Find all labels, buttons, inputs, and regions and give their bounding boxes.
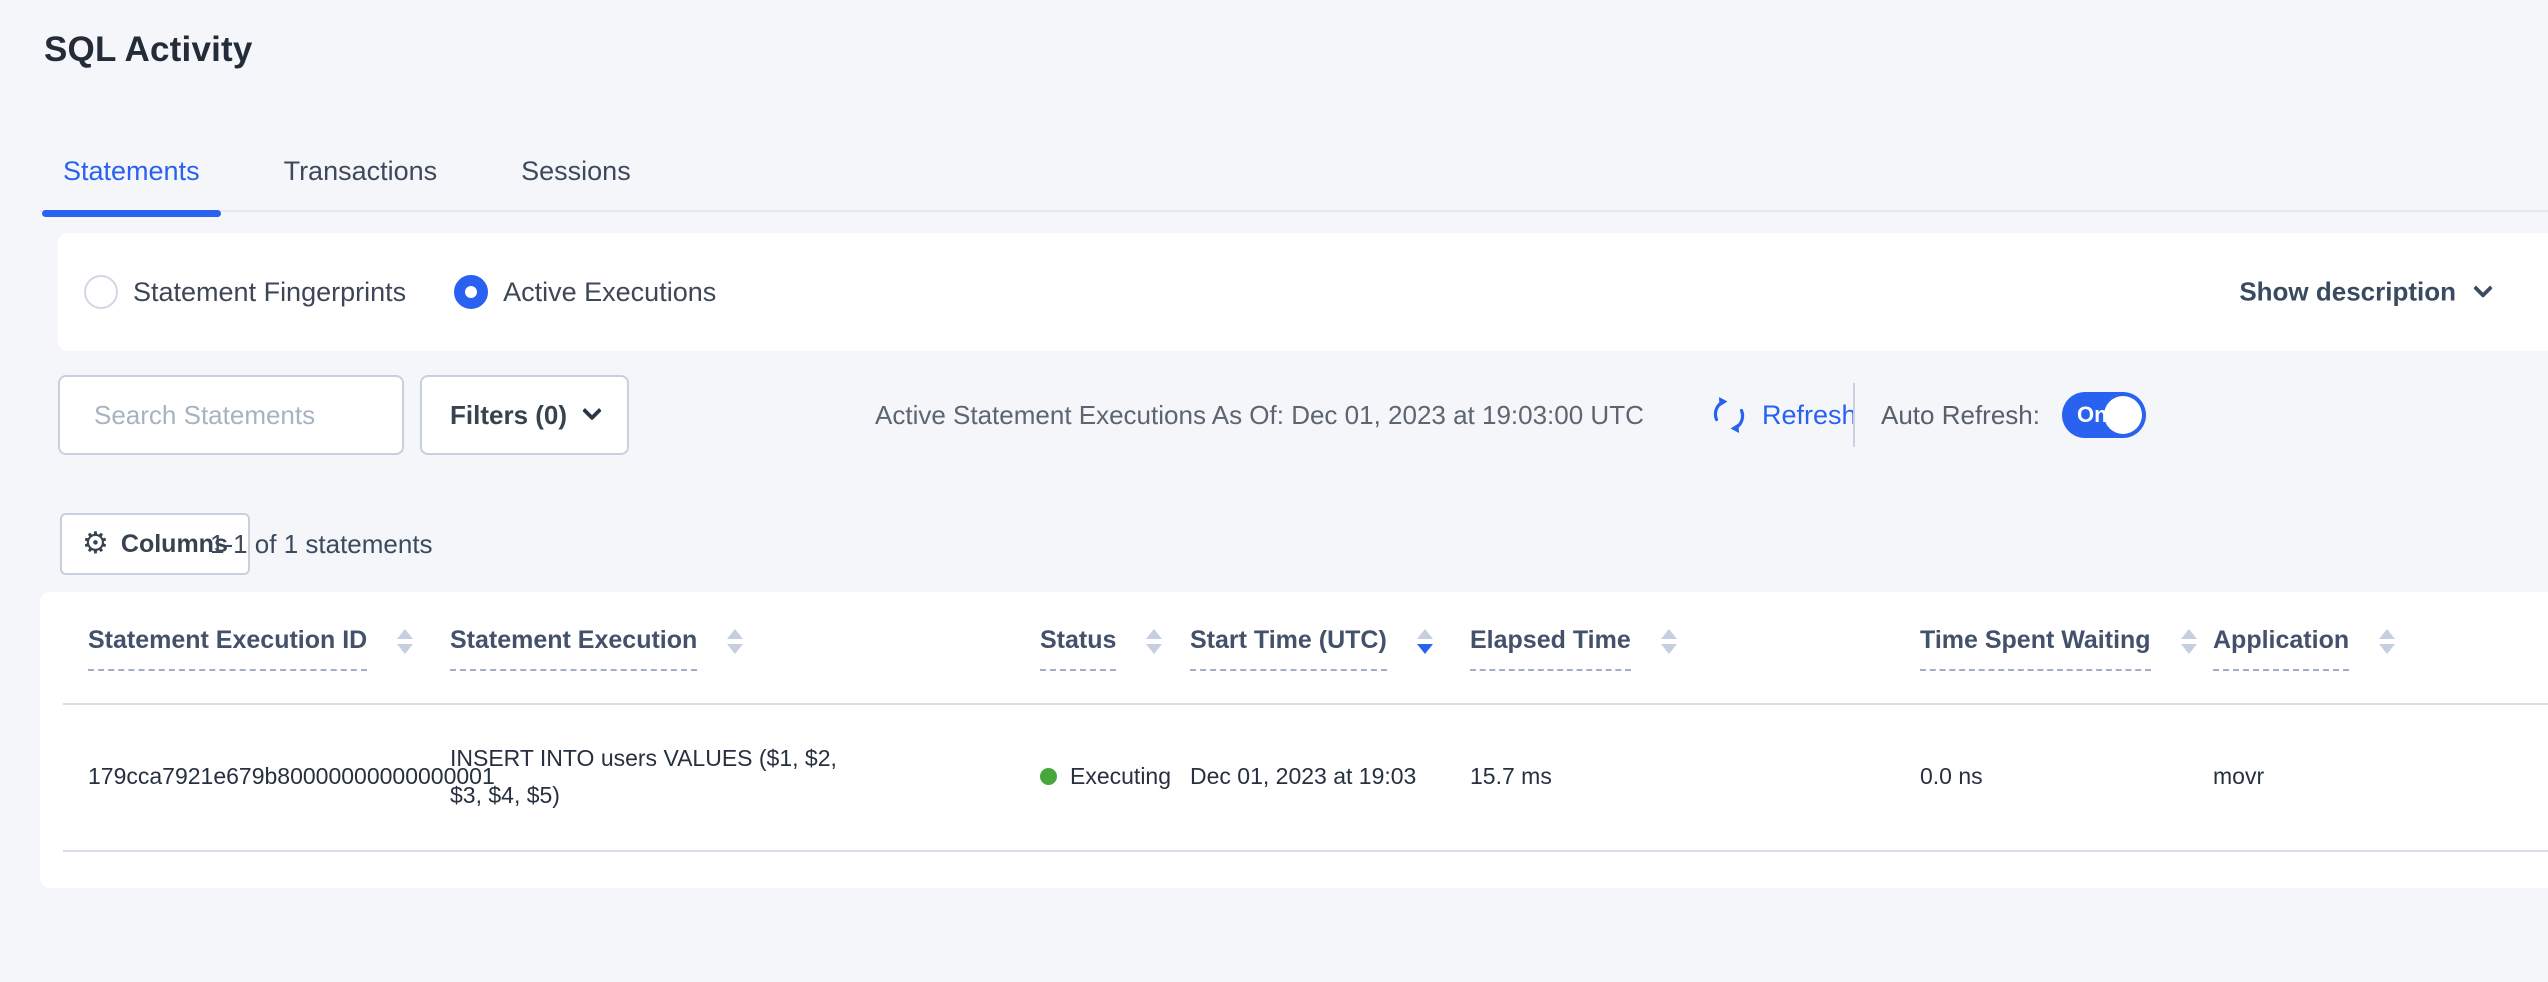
refresh-icon	[1710, 396, 1748, 434]
auto-refresh-toggle[interactable]: On	[2062, 392, 2146, 438]
toggle-state-label: On	[2077, 402, 2108, 428]
chevron-down-icon	[582, 401, 602, 421]
column-header-start-time[interactable]: Start Time (UTC)	[1190, 626, 1433, 671]
toolbar-divider	[1853, 383, 1855, 447]
status-label: Executing	[1070, 763, 1171, 790]
tab-bar: Statements Transactions Sessions	[42, 156, 652, 213]
filters-label: Filters (0)	[450, 400, 567, 431]
sort-arrows-icon[interactable]	[2181, 629, 2197, 654]
sort-arrows-icon[interactable]	[727, 629, 743, 654]
auto-refresh-control: Auto Refresh: On	[1881, 375, 2146, 455]
auto-refresh-label: Auto Refresh:	[1881, 400, 2040, 431]
column-header-label[interactable]: Status	[1040, 626, 1116, 671]
cell-statement-execution-id[interactable]: 179cca7921e679b80000000000000001	[88, 703, 495, 850]
radio-statement-fingerprints[interactable]: Statement Fingerprints	[84, 275, 406, 309]
column-header-label[interactable]: Application	[2213, 626, 2349, 671]
radio-active-executions[interactable]: Active Executions	[454, 275, 716, 309]
cell-status: Executing	[1040, 703, 1171, 850]
column-header-elapsed-time[interactable]: Elapsed Time	[1470, 626, 1677, 671]
as-of-timestamp: Active Statement Executions As Of: Dec 0…	[875, 375, 1644, 455]
statements-table: Statement Execution ID Statement Executi…	[40, 592, 2548, 888]
tab-transactions[interactable]: Transactions	[263, 156, 459, 213]
cell-application: movr	[2213, 703, 2264, 850]
sort-arrows-icon[interactable]	[397, 629, 413, 654]
column-header-statement-execution[interactable]: Statement Execution	[450, 626, 743, 671]
radio-label: Statement Fingerprints	[133, 277, 406, 308]
tab-sessions[interactable]: Sessions	[500, 156, 652, 213]
column-header-label[interactable]: Statement Execution ID	[88, 626, 367, 671]
page-title: SQL Activity	[44, 30, 253, 70]
filters-button[interactable]: Filters (0)	[420, 375, 629, 455]
tab-statements[interactable]: Statements	[42, 156, 221, 213]
column-header-statement-execution-id[interactable]: Statement Execution ID	[88, 626, 413, 671]
column-header-application[interactable]: Application	[2213, 626, 2395, 671]
view-selector-card: Statement Fingerprints Active Executions…	[58, 233, 2548, 351]
radio-unselected-icon[interactable]	[84, 275, 118, 309]
search-box	[58, 375, 404, 455]
column-header-label[interactable]: Elapsed Time	[1470, 626, 1631, 671]
column-header-status[interactable]: Status	[1040, 626, 1162, 671]
refresh-label: Refresh	[1762, 400, 1857, 431]
radio-label: Active Executions	[503, 277, 716, 308]
table-row-divider	[63, 850, 2548, 852]
refresh-button[interactable]: Refresh	[1710, 375, 1857, 455]
sort-arrows-icon[interactable]	[1146, 629, 1162, 654]
column-header-label[interactable]: Statement Execution	[450, 626, 697, 671]
cell-time-spent-waiting: 0.0 ns	[1920, 703, 1983, 850]
cell-start-time: Dec 01, 2023 at 19:03	[1190, 703, 1416, 850]
toggle-knob[interactable]	[2104, 396, 2142, 434]
results-count: 1-1 of 1 statements	[210, 513, 433, 575]
cell-elapsed-time: 15.7 ms	[1470, 703, 1552, 850]
chevron-down-icon	[2473, 278, 2493, 298]
column-header-label[interactable]: Start Time (UTC)	[1190, 626, 1387, 671]
column-header-time-spent-waiting[interactable]: Time Spent Waiting	[1920, 626, 2197, 671]
radio-selected-icon[interactable]	[454, 275, 488, 309]
executing-status-dot-icon	[1040, 768, 1057, 785]
cell-statement-execution[interactable]: INSERT INTO users VALUES ($1, $2, $3, $4…	[450, 703, 870, 850]
show-description-button[interactable]: Show description	[2239, 277, 2490, 308]
column-header-label[interactable]: Time Spent Waiting	[1920, 626, 2151, 671]
gear-icon: ⚙	[82, 529, 109, 559]
search-input[interactable]	[94, 400, 429, 431]
show-description-label: Show description	[2239, 277, 2456, 308]
sort-arrows-icon-desc-active[interactable]	[1417, 629, 1433, 654]
sort-arrows-icon[interactable]	[1661, 629, 1677, 654]
sort-arrows-icon[interactable]	[2379, 629, 2395, 654]
